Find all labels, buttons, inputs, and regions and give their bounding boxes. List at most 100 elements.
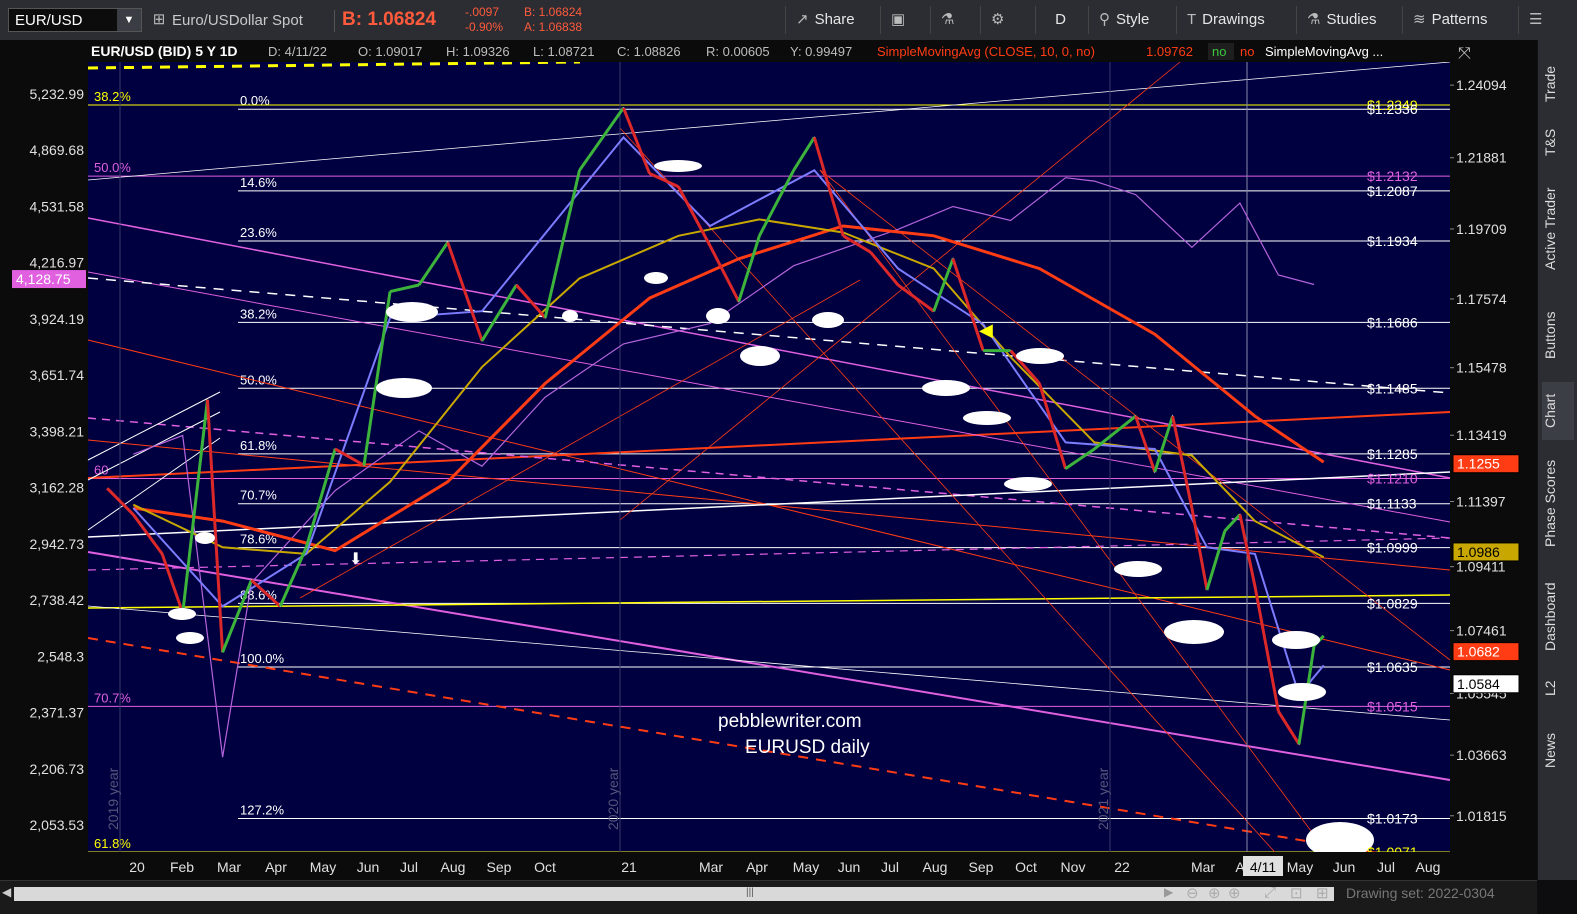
symbol-text: EUR/USD — [15, 12, 83, 29]
fib-level-label: 38.2% — [240, 306, 277, 321]
header-range: R: 0.00605 — [706, 44, 770, 59]
drawings-button[interactable]: T Drawings — [1176, 6, 1291, 34]
header-date: D: 4/11/22 — [268, 44, 327, 59]
chart-area[interactable]: 0.0% 14.6% 23.6% 38.2% 50.0% 61.8% 70.7% 78.6% 8… — [0, 40, 1537, 902]
zoom-in-icon[interactable]: ⊕ — [1208, 884, 1221, 902]
x-axis-label: May — [310, 859, 336, 875]
x-axis-label: May — [1287, 859, 1313, 875]
level-marker-ellipse — [1004, 477, 1052, 491]
studies-button[interactable]: ⚗ Studies — [1296, 6, 1396, 34]
sidebar-tab-ts[interactable]: T&S — [1542, 120, 1574, 164]
left-axis-label: 3,924.19 — [30, 311, 85, 327]
arrow-left-icon: ◀ — [979, 320, 993, 340]
fib-level-label: 38.2% — [94, 89, 131, 104]
zoom-icon[interactable]: ⊕ — [1228, 884, 1241, 902]
scroll-right-icon[interactable]: ▶ — [1164, 885, 1173, 899]
fib-price-label: $1.0999 — [1367, 540, 1418, 556]
x-axis-label: Apr — [265, 859, 287, 875]
zoom-out-icon[interactable]: ⊖ — [1186, 884, 1199, 902]
chevron-down-icon[interactable]: ▼ — [117, 9, 141, 31]
x-axis-label: Jul — [881, 859, 899, 875]
collapse-icon[interactable]: ⤧ — [1458, 45, 1471, 62]
grid-icon[interactable]: ⊞ — [148, 8, 170, 32]
symbol-selector[interactable]: EUR/USD ▼ — [8, 8, 142, 32]
fib-level-label: 61.8% — [240, 438, 277, 453]
x-axis-label: Feb — [170, 859, 194, 875]
x-axis-label: Aug — [923, 859, 948, 875]
studies-flask-button[interactable]: ⚗ — [930, 6, 970, 34]
x-axis-label: 20 — [129, 859, 145, 875]
level-marker-ellipse — [376, 378, 432, 398]
sidebar-tab-active-trader[interactable]: Active Trader — [1542, 174, 1574, 284]
sidebar-tab-phase-scores[interactable]: Phase Scores — [1542, 448, 1574, 558]
sidebar-tab-l2[interactable]: L2 — [1542, 672, 1574, 704]
scroll-track[interactable] — [14, 887, 1334, 901]
level-marker-ellipse — [168, 608, 196, 620]
right-axis-label: 1.01815 — [1456, 808, 1507, 824]
x-axis-label: May — [793, 859, 819, 875]
right-axis-label: 1.07461 — [1456, 623, 1507, 639]
workspace-button[interactable]: ▣ — [880, 6, 920, 34]
patterns-icon: ≋ — [1413, 11, 1426, 28]
fullscreen-icon[interactable]: ⊞ — [1316, 884, 1329, 902]
plot-background — [88, 62, 1450, 852]
level-marker-ellipse — [1164, 620, 1224, 644]
scroll-left-icon[interactable]: ◀ — [2, 885, 11, 899]
share-label: Share — [814, 11, 855, 28]
fib-price-label: $1.1686 — [1367, 314, 1418, 330]
left-axis-label: 2,206.73 — [30, 761, 85, 777]
right-axis-label: 1.03663 — [1456, 747, 1507, 763]
fit-icon[interactable]: ⤢ — [1264, 884, 1276, 901]
bid-ask: B: 1.06824 A: 1.06838 — [524, 5, 582, 35]
right-axis-label: 1.11397 — [1456, 494, 1506, 510]
scroll-thumb-grip-icon[interactable]: ||| — [746, 887, 754, 898]
level-marker-ellipse — [654, 160, 702, 172]
hamburger-icon: ☰ — [1529, 11, 1543, 28]
left-axis-label: 4,869.68 — [30, 142, 85, 158]
sidebar-tab-dashboard[interactable]: Dashboard — [1542, 570, 1574, 664]
settings-button[interactable]: ⚙ — [980, 6, 1020, 34]
header-sma-val: 1.09762 — [1146, 44, 1193, 59]
header-no1: no — [1212, 44, 1226, 59]
share-button[interactable]: ↗ Share — [785, 6, 873, 34]
right-axis-label: 1.15478 — [1456, 360, 1507, 376]
patterns-button[interactable]: ≋ Patterns — [1402, 6, 1512, 34]
left-axis-label: 2,053.53 — [30, 817, 85, 833]
year-marker-label: 2021 year — [1095, 767, 1111, 830]
level-marker-ellipse — [195, 532, 215, 544]
right-axis-label: 1.17574 — [1456, 291, 1507, 307]
level-marker-ellipse — [740, 346, 780, 366]
sidebar-tab-trade[interactable]: Trade — [1542, 54, 1574, 114]
fib-level-label: 61.8% — [94, 836, 131, 851]
x-axis-label: Jul — [1377, 859, 1395, 875]
fib-price-label: $1.0173 — [1367, 811, 1418, 827]
x-axis-label: 4/11 — [1250, 859, 1276, 875]
watermark-line1: pebblewriter.com — [718, 711, 862, 732]
left-axis-label: 4,216.97 — [30, 255, 85, 271]
left-axis-marker-label: 4,128.75 — [16, 271, 71, 287]
ask-small: A: 1.06838 — [524, 20, 583, 34]
level-marker-ellipse — [706, 308, 730, 324]
picture-icon: ▣ — [891, 11, 906, 28]
price-change: -.0097 -0.90% — [465, 5, 503, 35]
left-axis-label: 2,942.73 — [30, 536, 85, 552]
left-axis-label: 2,548.3 — [37, 648, 84, 664]
price-chart[interactable]: 0.0%14.6%23.6%38.2%50.0%61.8%70.7%78.6%8… — [0, 40, 1537, 902]
fib-level-label: 50.0% — [94, 160, 131, 175]
x-axis-label: Mar — [217, 859, 241, 875]
style-button[interactable]: ⚲ Style — [1088, 6, 1172, 34]
right-axis-label: 1.21881 — [1456, 150, 1507, 166]
header-low: L: 1.08721 — [533, 44, 594, 59]
drawings-label: Drawings — [1202, 11, 1265, 28]
period-button[interactable]: D — [1035, 6, 1085, 34]
menu-button[interactable]: ☰ — [1518, 6, 1558, 34]
header-instrument: EUR/USD (BID) 5 Y 1D — [91, 43, 238, 59]
expand-icon[interactable]: ⊡ — [1290, 884, 1303, 902]
sidebar-tab-buttons[interactable]: Buttons — [1542, 295, 1574, 375]
sidebar-tab-chart[interactable]: Chart — [1542, 382, 1574, 440]
fib-price-label: $1.0515 — [1367, 698, 1418, 714]
x-axis-label: Mar — [1191, 859, 1215, 875]
sidebar-tab-news[interactable]: News — [1542, 722, 1574, 778]
time-scrollbar: ◀ ||| ▶ ⊖ ⊕ ⊕ ⤢ ⊡ ⊞ Drawing set: 2022-03… — [0, 880, 1537, 914]
fib-level-label: 100.0% — [240, 651, 285, 666]
